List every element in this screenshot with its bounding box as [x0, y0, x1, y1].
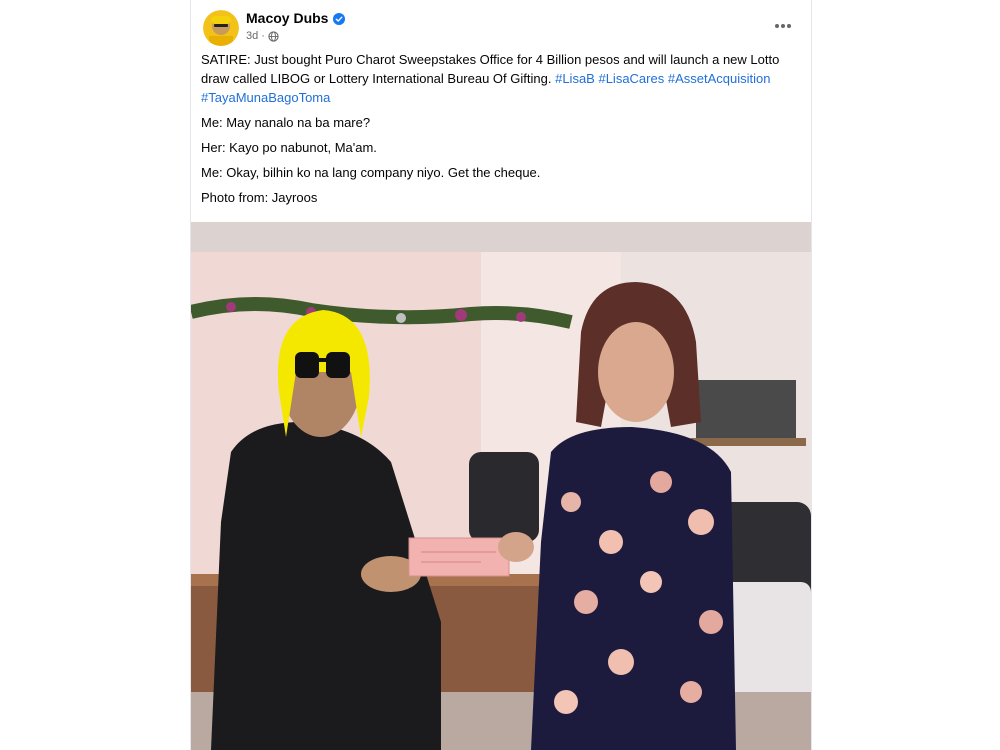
more-options-icon: [775, 24, 791, 28]
hashtag-link[interactable]: #AssetAcquisition: [668, 71, 771, 86]
meta-separator: ·: [261, 30, 265, 42]
hashtag-link[interactable]: #LisaB: [555, 71, 595, 86]
author-avatar[interactable]: [203, 10, 239, 46]
hashtag-link[interactable]: #LisaCares: [598, 71, 664, 86]
post-body: SATIRE: Just bought Puro Charot Sweepsta…: [191, 50, 811, 207]
author-name[interactable]: Macoy Dubs: [246, 10, 328, 26]
globe-icon[interactable]: [268, 30, 279, 42]
post-line: Her: Kayo po nabunot, Ma'am.: [201, 140, 377, 155]
post-intro: SATIRE: Just bought Puro Charot Sweepsta…: [201, 50, 799, 107]
verified-badge-icon: [333, 12, 346, 25]
post-line: Me: Okay, bilhin ko na lang company niyo…: [201, 165, 541, 180]
post-card: Macoy Dubs 3d · SATIRE: Just bought Puro…: [190, 0, 812, 750]
hashtag-link[interactable]: #TayaMunaBagoToma: [201, 90, 330, 105]
more-options-button[interactable]: [771, 14, 795, 38]
post-timestamp[interactable]: 3d: [246, 30, 258, 42]
post-header: Macoy Dubs 3d ·: [191, 0, 811, 50]
post-line: Photo from: Jayroos: [201, 190, 318, 205]
post-line: Me: May nanalo na ba mare?: [201, 115, 371, 130]
post-photo[interactable]: [191, 222, 811, 750]
